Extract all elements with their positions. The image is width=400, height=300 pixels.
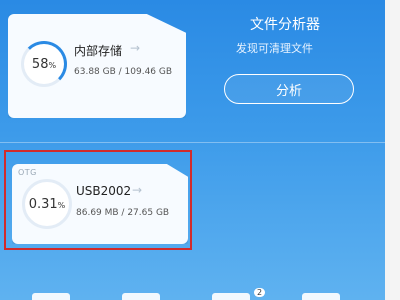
bottom-category-tab-3[interactable] [212, 293, 250, 300]
section-divider [0, 142, 385, 143]
internal-storage-usage: 63.88 GB / 109.46 GB [74, 67, 173, 77]
chevron-right-icon: → [130, 41, 141, 55]
bottom-category-tab-2[interactable] [122, 293, 160, 300]
internal-usage-ring: 58% [21, 41, 67, 87]
internal-storage-card[interactable]: 58% 内部存储 → 63.88 GB / 109.46 GB [8, 14, 186, 118]
storage-screen: 58% 内部存储 → 63.88 GB / 109.46 GB OTG 0.31… [0, 0, 385, 300]
analyzer-subtitle: 发现可清理文件 [236, 42, 313, 55]
internal-storage-label: 内部存储 [74, 44, 123, 58]
usb-highlight-frame [4, 150, 192, 250]
analyze-button[interactable]: 分析 [224, 74, 354, 104]
analyzer-title: 文件分析器 [250, 17, 320, 33]
notification-badge: 2 [254, 288, 266, 297]
bottom-category-tab-1[interactable] [32, 293, 70, 300]
page-margin [385, 0, 400, 300]
bottom-category-tab-4[interactable] [302, 293, 340, 300]
internal-usage-percent: 58% [31, 56, 57, 72]
